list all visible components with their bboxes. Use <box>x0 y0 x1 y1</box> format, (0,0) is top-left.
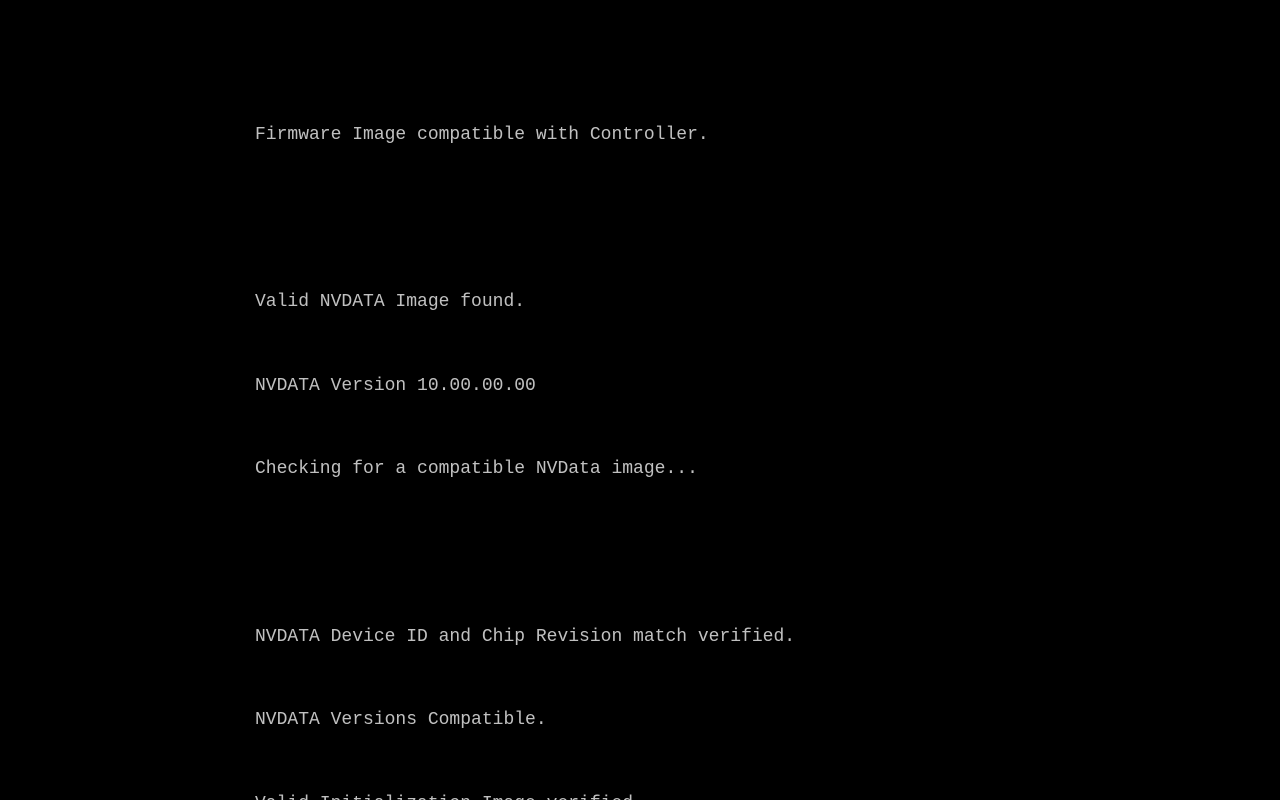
terminal-line-2: Valid NVDATA Image found. <box>0 289 1280 317</box>
terminal-line-4: Checking for a compatible NVData image..… <box>0 456 1280 484</box>
terminal-line-blank-1 <box>0 205 1280 233</box>
terminal-window: Firmware Image compatible with Controlle… <box>0 0 1280 800</box>
terminal-line-6: NVDATA Versions Compatible. <box>0 707 1280 735</box>
terminal-line-3: NVDATA Version 10.00.00.00 <box>0 373 1280 401</box>
terminal-line-5: NVDATA Device ID and Chip Revision match… <box>0 624 1280 652</box>
terminal-line-7: Valid Initialization Image verified. <box>0 791 1280 800</box>
terminal-content: Firmware Image compatible with Controlle… <box>0 66 1280 800</box>
terminal-line-1: Firmware Image compatible with Controlle… <box>0 122 1280 150</box>
terminal-line-blank-2 <box>0 540 1280 568</box>
